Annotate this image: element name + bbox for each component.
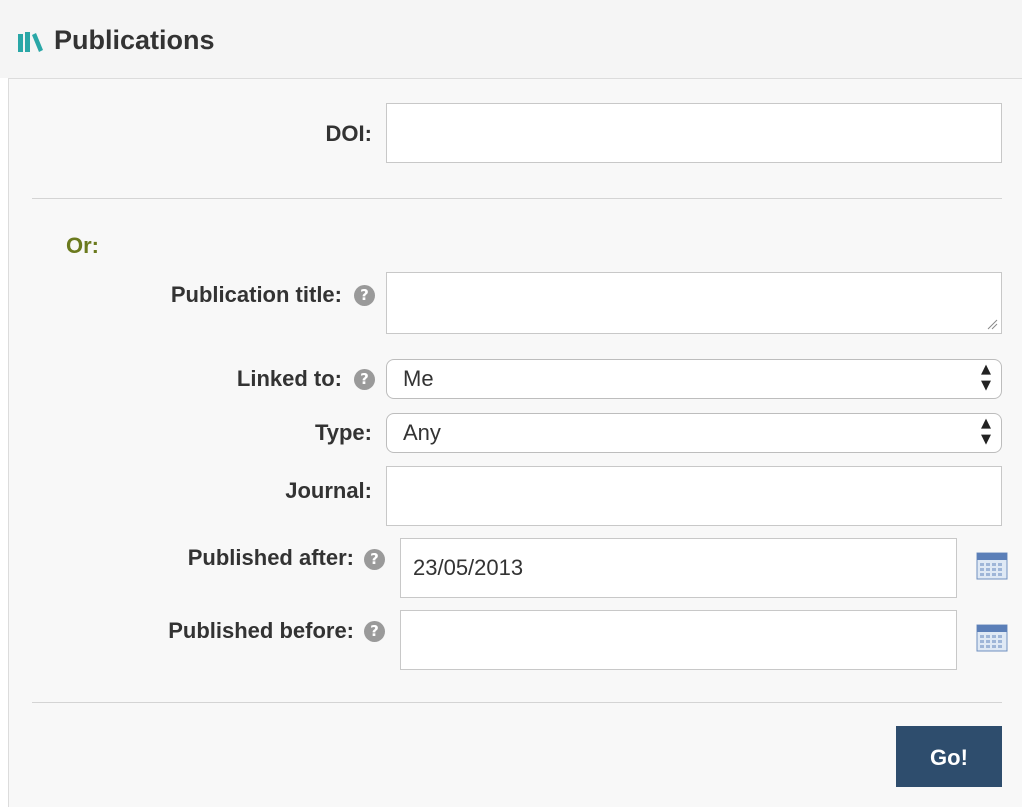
resize-grip-icon[interactable]	[986, 318, 998, 330]
panel-header: Publications	[0, 0, 1022, 78]
journal-label: Journal:	[285, 478, 372, 503]
books-icon	[18, 32, 43, 52]
go-button[interactable]: Go!	[896, 726, 1002, 787]
doi-input[interactable]	[386, 103, 1002, 163]
divider-top	[32, 198, 1002, 199]
published-after-help-icon[interactable]: ?	[364, 549, 385, 570]
calendar-icon[interactable]	[976, 624, 1008, 652]
doi-label: DOI:	[325, 121, 372, 146]
published-after-input[interactable]	[400, 538, 957, 598]
journal-input[interactable]	[386, 466, 1002, 526]
type-label: Type:	[314, 420, 372, 445]
published-before-help-icon[interactable]: ?	[364, 621, 385, 642]
select-arrows-icon: ▲ ▼	[981, 362, 991, 393]
published-before-input[interactable]	[400, 610, 957, 670]
linked-to-help-icon[interactable]: ?	[354, 369, 375, 390]
linked-to-selected-value: Me	[403, 366, 434, 391]
type-select[interactable]: Any ▲ ▼	[386, 413, 1002, 453]
linked-to-select[interactable]: Me ▲ ▼	[386, 359, 1002, 399]
publication-title-label: Publication title:	[170, 282, 342, 307]
published-before-label: Published before:	[168, 618, 354, 643]
type-selected-value: Any	[403, 420, 441, 445]
published-after-label: Published after:	[187, 545, 354, 570]
panel-title: Publications	[54, 25, 215, 55]
publication-title-help-icon[interactable]: ?	[354, 285, 375, 306]
linked-to-label: Linked to:	[236, 366, 342, 391]
divider-bottom	[32, 702, 1002, 703]
calendar-icon[interactable]	[976, 552, 1008, 580]
or-label: Or:	[66, 233, 99, 258]
publication-title-textarea[interactable]	[386, 272, 1002, 334]
select-arrows-icon: ▲ ▼	[981, 416, 991, 447]
